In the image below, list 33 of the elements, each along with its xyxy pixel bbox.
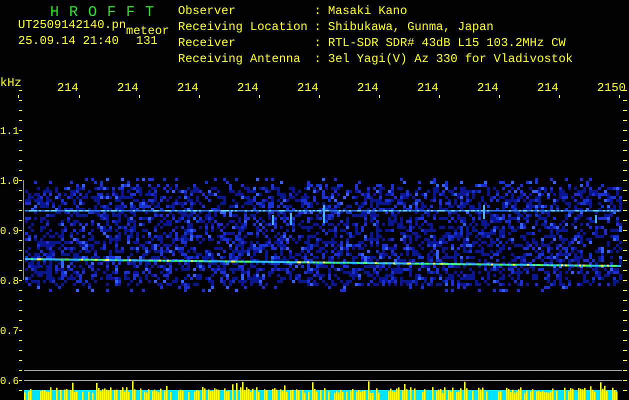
timestamp: 25.09.14 21:40 [18,36,120,48]
separator: : [314,36,322,50]
x-axis-label: 214 [177,81,199,95]
info-value: Masaki Kano [328,4,408,18]
x-axis-label: 214 [237,81,259,95]
x-axis-label: 214 [57,81,79,95]
y-axis-label: 1.1 [0,126,19,138]
axis-unit: kHz [0,76,22,90]
y-axis-label: 0.7 [0,326,19,338]
y-axis-label: 0.8 [0,276,19,288]
info-label: Receiving Location [178,20,308,34]
info-value: Shibukawa, Gunma, Japan [328,20,494,34]
x-axis-label: 2150 [597,81,626,95]
count-label: 131 [136,36,158,48]
separator: : [314,4,322,18]
x-axis-label: 214 [417,81,439,95]
y-axis-label: 1.0 [0,176,19,188]
x-axis-label: 214 [357,81,379,95]
info-value: RTL-SDR SDR# 43dB L15 103.2MHz CW [328,36,566,50]
separator: : [314,52,322,66]
separator: : [314,20,322,34]
file-name: UT2509142140.pn [18,20,126,32]
info-label: Receiving Antenna [178,52,300,66]
x-axis-label: 214 [537,81,559,95]
info-label: Receiver [178,36,236,50]
x-axis-label: 214 [477,81,499,95]
app-title: HROFFT [50,4,164,21]
y-axis-label: 0.9 [0,226,19,238]
x-axis-label: 214 [297,81,319,95]
info-value: 3el Yagi(V) Az 330 for Vladivostok [328,52,573,66]
info-label: Observer [178,4,236,18]
x-axis-label: 214 [117,81,139,95]
y-axis-label: 0.6 [0,376,19,388]
